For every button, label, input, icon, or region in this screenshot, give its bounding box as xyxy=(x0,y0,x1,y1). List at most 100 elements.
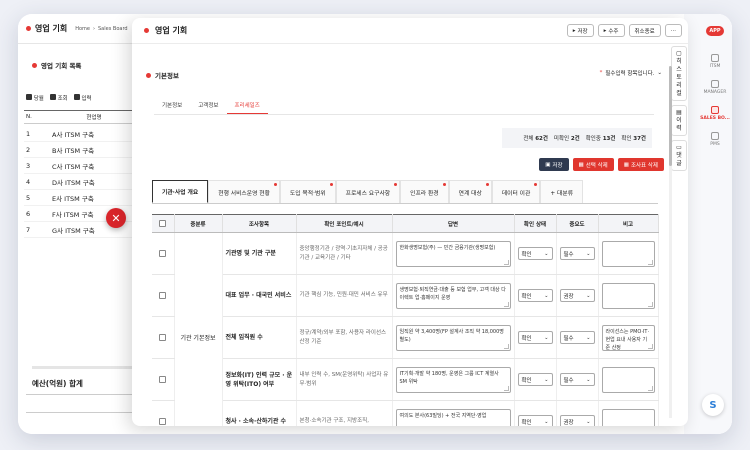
tab-data-migration[interactable]: 데이터 이관 xyxy=(491,180,541,203)
list-title-text: 영업 기회 목록 xyxy=(41,62,82,70)
summary-total: 전체 62건 xyxy=(523,134,548,142)
note-textarea[interactable] xyxy=(601,366,655,393)
rail-item-itsm[interactable]: ITSM xyxy=(700,54,730,69)
status-summary: 전체 62건 미확인 2건 확인중 13건 확인 37건 xyxy=(502,128,652,148)
rail-item-manager[interactable]: MANAGER xyxy=(700,80,730,95)
header-item: 조사항목 xyxy=(222,214,297,233)
answer-textarea[interactable]: IT기획·개발 약 180명, 운영은 그룹 ICT 계열사 SM 위탁 xyxy=(395,366,511,393)
note-textarea[interactable] xyxy=(601,408,655,426)
chevron-right-icon: › xyxy=(93,25,95,32)
importance-select[interactable]: 권장 ⌄ xyxy=(559,289,595,302)
breadcrumb-sales-board[interactable]: Sales Board xyxy=(98,26,128,32)
chevron-down-icon[interactable]: ⌄ xyxy=(657,70,662,76)
tab-label: 인프라 환경 xyxy=(410,190,439,197)
delete-survey-button[interactable]: ▦ 조사표 삭제 xyxy=(617,158,664,171)
tab-process-req[interactable]: 프로세스 요구사항 xyxy=(335,180,401,203)
rail-item-sales-board[interactable]: SALES BO... xyxy=(700,106,730,121)
filter-search[interactable]: 조회 xyxy=(49,94,68,102)
table-save-button[interactable]: ▣ 저장 xyxy=(539,158,569,171)
tab-presales[interactable]: 프리세일즈 xyxy=(226,98,268,114)
checkbox[interactable] xyxy=(159,376,167,383)
tab-infra[interactable]: 인프라 환경 xyxy=(400,180,449,203)
list-item[interactable]: 7 G사 ITSM 구축 xyxy=(24,222,144,238)
point-cell: 기관 핵심 기능, 민원·대민 서비스 유무 xyxy=(296,274,393,317)
importance-select[interactable]: 필수 ⌄ xyxy=(559,247,595,260)
status-cell: 확인 ⌄ xyxy=(514,358,557,401)
chevron-down-icon: ⌄ xyxy=(586,292,591,299)
tab-purpose-scope[interactable]: 도입 목적·범위 xyxy=(279,180,336,203)
importance-select[interactable]: 필수 ⌄ xyxy=(559,331,595,344)
cancel-close-button[interactable]: 취소종료 xyxy=(628,24,661,37)
status-select[interactable]: 확인 ⌄ xyxy=(517,247,553,260)
header-buttons: ▸ 저장 ▸ 수주 취소종료 ··· xyxy=(566,24,682,37)
answer-cell: 생명보험·퇴직연금·대출 등 보험 업무, 고객 대상 다이렉트 업·홈페이지 … xyxy=(392,274,515,317)
vertical-scrollbar[interactable] xyxy=(669,66,672,418)
alert-dot-icon xyxy=(394,183,398,186)
horizontal-scrollbar[interactable] xyxy=(32,366,142,369)
breadcrumb-home[interactable]: Home xyxy=(75,26,90,32)
divider xyxy=(26,394,146,395)
answer-textarea[interactable]: 한화생명보험(주) — 민간 금융기관(생명보험) xyxy=(395,240,511,267)
app-badge[interactable]: APP xyxy=(706,26,724,36)
note-textarea[interactable] xyxy=(601,282,655,309)
list-item[interactable]: 6 F사 ITSM 구축 xyxy=(24,206,144,222)
list-item[interactable]: 2 B사 ITSM 구축 xyxy=(24,142,144,158)
row-name: C사 ITSM 구축 xyxy=(52,162,95,171)
note-textarea[interactable]: 라이선스는 PMO·IT·현업 요내 사용자 기준 산정 xyxy=(601,324,655,351)
app-rail xyxy=(684,14,732,434)
status-select[interactable]: 확인 ⌄ xyxy=(517,373,553,386)
status-select[interactable]: 확인 ⌄ xyxy=(517,415,553,426)
save-button[interactable]: ▸ 저장 xyxy=(566,24,594,37)
side-tab-comments[interactable]: ▭ 댓 글 xyxy=(671,140,687,171)
assistant-logo-icon[interactable]: S xyxy=(702,394,724,416)
summary-confirmed: 확인 37건 xyxy=(621,134,646,142)
filter-input[interactable]: 입력 xyxy=(73,94,92,102)
tab-org-overview[interactable]: 기관·사업 개요 xyxy=(152,180,209,203)
list-item[interactable]: 1 A사 ITSM 구축 xyxy=(24,126,144,142)
summary-checking: 확인중 13건 xyxy=(586,134,616,142)
side-tab-history[interactable]: ▢ 히 스 토 리 컬 xyxy=(671,46,687,101)
checkbox[interactable] xyxy=(159,292,167,299)
delete-selected-button[interactable]: ▦ 선택 삭제 xyxy=(572,158,614,171)
checkbox[interactable] xyxy=(159,220,167,227)
close-fab-button[interactable]: ✕ xyxy=(106,208,126,228)
table-row: 전체 임직원 수 정규/계약/외부 포함, 사용자 라이선스 산정 기준 임직원… xyxy=(152,316,659,359)
importance-select[interactable]: 권장 ⌄ xyxy=(559,415,595,426)
tab-integration[interactable]: 연계 대상 xyxy=(448,180,492,203)
more-button[interactable]: ··· xyxy=(664,24,682,37)
row-number: 4 xyxy=(26,177,31,186)
action-buttons: ▣ 저장 ▦ 선택 삭제 ▦ 조사표 삭제 xyxy=(539,158,664,171)
header-select-all[interactable] xyxy=(152,214,175,233)
note-textarea[interactable] xyxy=(601,240,655,267)
subcategory-cell: 기관 기본정보 xyxy=(174,232,223,426)
bullet-icon xyxy=(146,72,151,78)
importance-select[interactable]: 필수 ⌄ xyxy=(559,373,595,386)
add-category-button[interactable]: + 대분류 xyxy=(540,180,584,203)
answer-textarea[interactable]: 여의도 본사(63빌딩) + 전국 지역단·영업 xyxy=(395,408,511,426)
filter-month[interactable]: 당월 xyxy=(26,94,44,102)
row-checkbox-cell xyxy=(152,316,175,359)
tab-current-ops[interactable]: 현행 서비스운영 현황 xyxy=(208,180,280,203)
delete-survey-label: 조사표 삭제 xyxy=(630,162,658,169)
answer-textarea[interactable]: 임직원 약 3,400명(FP 설계사 조직 약 18,000명 별도) xyxy=(395,324,511,351)
rail-item-pms[interactable]: PMS xyxy=(700,132,730,147)
row-number: 6 xyxy=(26,209,31,218)
status-select[interactable]: 확인 ⌄ xyxy=(517,331,553,344)
win-order-button[interactable]: ▸ 수주 xyxy=(597,24,625,37)
checkbox[interactable] xyxy=(159,334,167,341)
list-item[interactable]: 3 C사 ITSM 구축 xyxy=(24,158,144,174)
list-item[interactable]: 4 D사 ITSM 구축 xyxy=(24,174,144,190)
header-answer: 답변 xyxy=(392,214,515,233)
tab-customer-info[interactable]: 고객정보 xyxy=(190,98,226,114)
checkbox[interactable] xyxy=(159,418,167,425)
tab-basic-info[interactable]: 기본정보 xyxy=(154,98,190,114)
rail-label: MANAGER xyxy=(703,90,727,95)
answer-textarea[interactable]: 생명보험·퇴직연금·대출 등 보험 업무, 고객 대상 다이렉트 업·홈페이지 … xyxy=(395,282,511,309)
side-tab-log[interactable]: ▤ 이 력 xyxy=(671,105,687,136)
checkbox[interactable] xyxy=(159,250,167,257)
status-select[interactable]: 확인 ⌄ xyxy=(517,289,553,302)
note-cell xyxy=(598,232,659,275)
note-cell xyxy=(598,400,659,426)
edit-icon xyxy=(73,94,80,100)
list-item[interactable]: 5 E사 ITSM 구축 xyxy=(24,190,144,206)
